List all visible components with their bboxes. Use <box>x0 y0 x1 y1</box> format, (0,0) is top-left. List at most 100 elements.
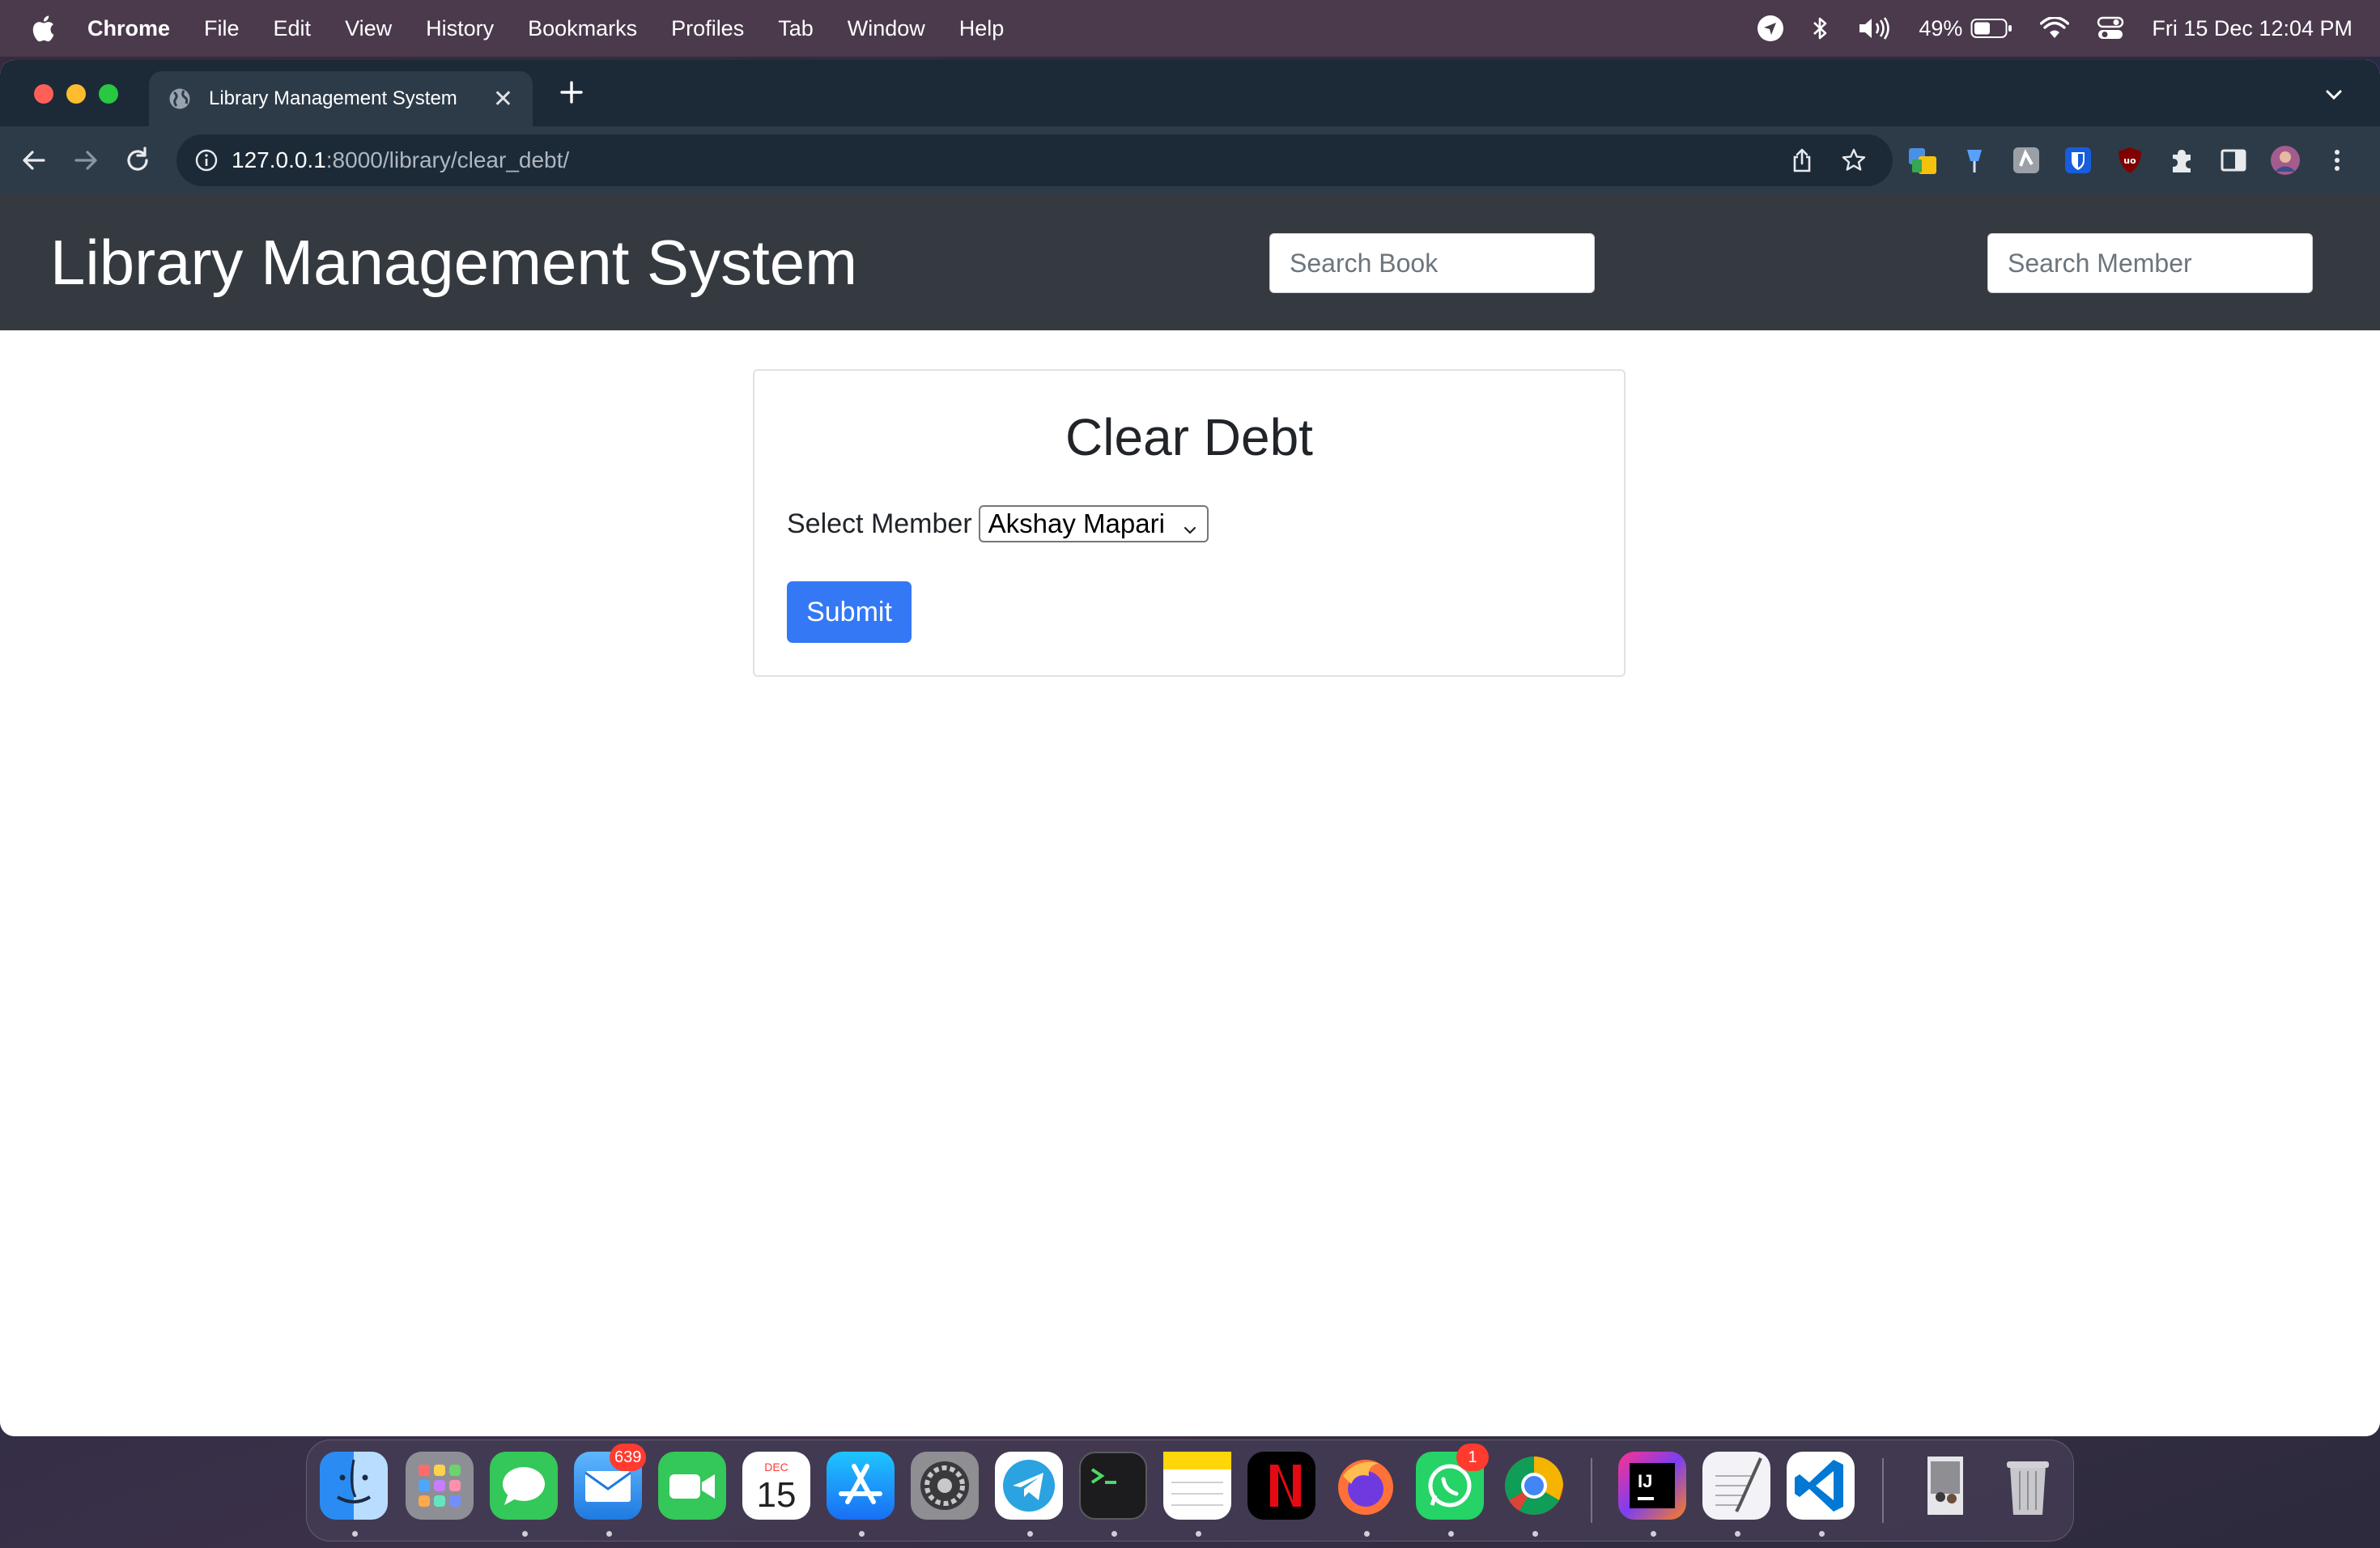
search-book-input[interactable] <box>1269 233 1595 293</box>
location-icon[interactable] <box>1757 15 1784 42</box>
zoom-window-button[interactable] <box>99 84 118 104</box>
page-title: Clear Debt <box>1065 408 1313 466</box>
bluetooth-icon[interactable] <box>1812 15 1830 41</box>
mail-running-dot <box>606 1531 612 1537</box>
app-store-running-dot <box>859 1531 865 1537</box>
menu-view[interactable]: View <box>345 16 392 41</box>
new-tab-button[interactable] <box>559 76 584 112</box>
messages-icon[interactable] <box>490 1452 558 1520</box>
intellij-running-dot <box>1651 1531 1656 1537</box>
member-select[interactable]: Akshay Mapari <box>978 505 1209 542</box>
firefox-icon[interactable] <box>1332 1452 1400 1520</box>
site-navbar: Library Management System <box>0 194 2380 330</box>
calendar-icon[interactable]: DEC 15 <box>742 1452 810 1520</box>
netflix-icon[interactable] <box>1247 1452 1315 1520</box>
vscode-running-dot <box>1819 1531 1825 1537</box>
app-store-icon[interactable] <box>827 1452 895 1520</box>
battery-percentage: 49% <box>1919 15 1963 40</box>
browser-window: Library Management System ✕ 127.0.0.1:80… <box>0 60 2380 1436</box>
menu-profiles[interactable]: Profiles <box>671 16 744 41</box>
vscode-icon[interactable] <box>1787 1452 1855 1520</box>
google-translate-extension-icon[interactable] <box>1907 145 1938 176</box>
menu-edit[interactable]: Edit <box>274 16 312 41</box>
browser-toolbar: 127.0.0.1:8000/library/clear_debt/ uo <box>0 126 2380 194</box>
apple-logo-icon[interactable] <box>31 13 58 44</box>
menu-file[interactable]: File <box>204 16 240 41</box>
textedit-running-dot <box>1735 1531 1740 1537</box>
close-tab-icon[interactable]: ✕ <box>493 85 513 113</box>
dock-separator <box>1591 1458 1592 1523</box>
member-form-row: Select Member Akshay Mapari <box>787 505 1209 542</box>
system-settings-icon[interactable] <box>911 1452 979 1520</box>
macos-dock: 639 DEC 15 1 IJ <box>306 1440 2074 1542</box>
close-window-button[interactable] <box>34 84 53 104</box>
downloads-stack-icon[interactable] <box>1910 1452 1978 1520</box>
svg-text:uo: uo <box>2123 155 2136 166</box>
menu-window[interactable]: Window <box>848 16 925 41</box>
telegram-running-dot <box>1027 1531 1033 1537</box>
info-icon[interactable] <box>194 148 219 172</box>
calendar-month: DEC <box>764 1461 788 1474</box>
share-icon[interactable] <box>1789 147 1815 173</box>
member-select-value: Akshay Mapari <box>988 508 1165 538</box>
terminal-running-dot <box>1111 1531 1117 1537</box>
chevron-down-icon <box>1181 515 1199 534</box>
menu-clock[interactable]: Fri 15 Dec 12:04 PM <box>2152 16 2352 41</box>
notes-icon[interactable] <box>1163 1452 1231 1520</box>
calendar-day: 15 <box>757 1475 797 1515</box>
chrome-icon[interactable] <box>1500 1452 1568 1520</box>
messages-running-dot <box>522 1531 528 1537</box>
more-menu-icon[interactable] <box>2322 145 2352 176</box>
grey-extension-icon[interactable] <box>2011 145 2042 176</box>
volume-icon[interactable] <box>1857 15 1891 41</box>
submit-button[interactable]: Submit <box>787 581 912 643</box>
whatsapp-running-dot <box>1448 1531 1454 1537</box>
tab-title: Library Management System <box>209 87 457 109</box>
wifi-icon[interactable] <box>2040 17 2070 40</box>
battery-icon[interactable] <box>1970 18 2012 39</box>
firefox-running-dot <box>1364 1531 1370 1537</box>
reload-icon[interactable] <box>123 146 152 175</box>
intellij-icon[interactable]: IJ <box>1618 1452 1686 1520</box>
profile-avatar[interactable] <box>2270 145 2301 176</box>
minimize-window-button[interactable] <box>66 84 86 104</box>
forward-arrow-icon[interactable] <box>71 146 100 175</box>
telegram-icon[interactable] <box>995 1452 1063 1520</box>
extensions-area: uo <box>1907 144 2374 176</box>
search-member-input[interactable] <box>1987 233 2313 293</box>
back-arrow-icon[interactable] <box>19 146 49 175</box>
whatsapp-badge: 1 <box>1456 1444 1489 1471</box>
site-brand[interactable]: Library Management System <box>50 222 857 303</box>
tab-library-management[interactable]: Library Management System ✕ <box>149 71 533 126</box>
intellij-label: IJ <box>1638 1471 1652 1491</box>
chevron-down-icon[interactable] <box>2323 84 2344 105</box>
puzzle-extensions-icon[interactable] <box>2166 145 2197 176</box>
terminal-icon[interactable] <box>1079 1452 1147 1520</box>
menu-bookmarks[interactable]: Bookmarks <box>528 16 637 41</box>
facetime-icon[interactable] <box>658 1452 726 1520</box>
address-bar[interactable]: 127.0.0.1:8000/library/clear_debt/ <box>176 134 1893 186</box>
ublock-origin-icon[interactable]: uo <box>2114 145 2145 176</box>
menu-help[interactable]: Help <box>959 16 1005 41</box>
pin-extension-icon[interactable] <box>1959 145 1990 176</box>
bookmark-star-icon[interactable] <box>1841 147 1867 173</box>
menu-app-name[interactable]: Chrome <box>87 16 170 41</box>
control-center-icon[interactable] <box>2097 16 2124 40</box>
side-panel-icon[interactable] <box>2218 145 2249 176</box>
menu-history[interactable]: History <box>426 16 494 41</box>
textedit-icon[interactable] <box>1702 1452 1770 1520</box>
chrome-running-dot <box>1532 1531 1538 1537</box>
url-text[interactable]: 127.0.0.1:8000/library/clear_debt/ <box>232 147 569 173</box>
url-path: :8000/library/clear_debt/ <box>325 147 570 172</box>
clear-debt-card: Clear Debt Select Member Akshay Mapari S… <box>753 369 1626 677</box>
menu-tab[interactable]: Tab <box>778 16 814 41</box>
mail-badge: 639 <box>610 1444 647 1471</box>
notes-running-dot <box>1196 1531 1201 1537</box>
launchpad-icon[interactable] <box>406 1452 474 1520</box>
finder-icon[interactable] <box>320 1452 388 1520</box>
dock-separator <box>1882 1458 1884 1523</box>
trash-icon[interactable] <box>1994 1452 2062 1520</box>
globe-icon <box>168 87 191 110</box>
bitwarden-shield-icon[interactable] <box>2063 145 2093 176</box>
select-member-label: Select Member <box>787 508 972 539</box>
